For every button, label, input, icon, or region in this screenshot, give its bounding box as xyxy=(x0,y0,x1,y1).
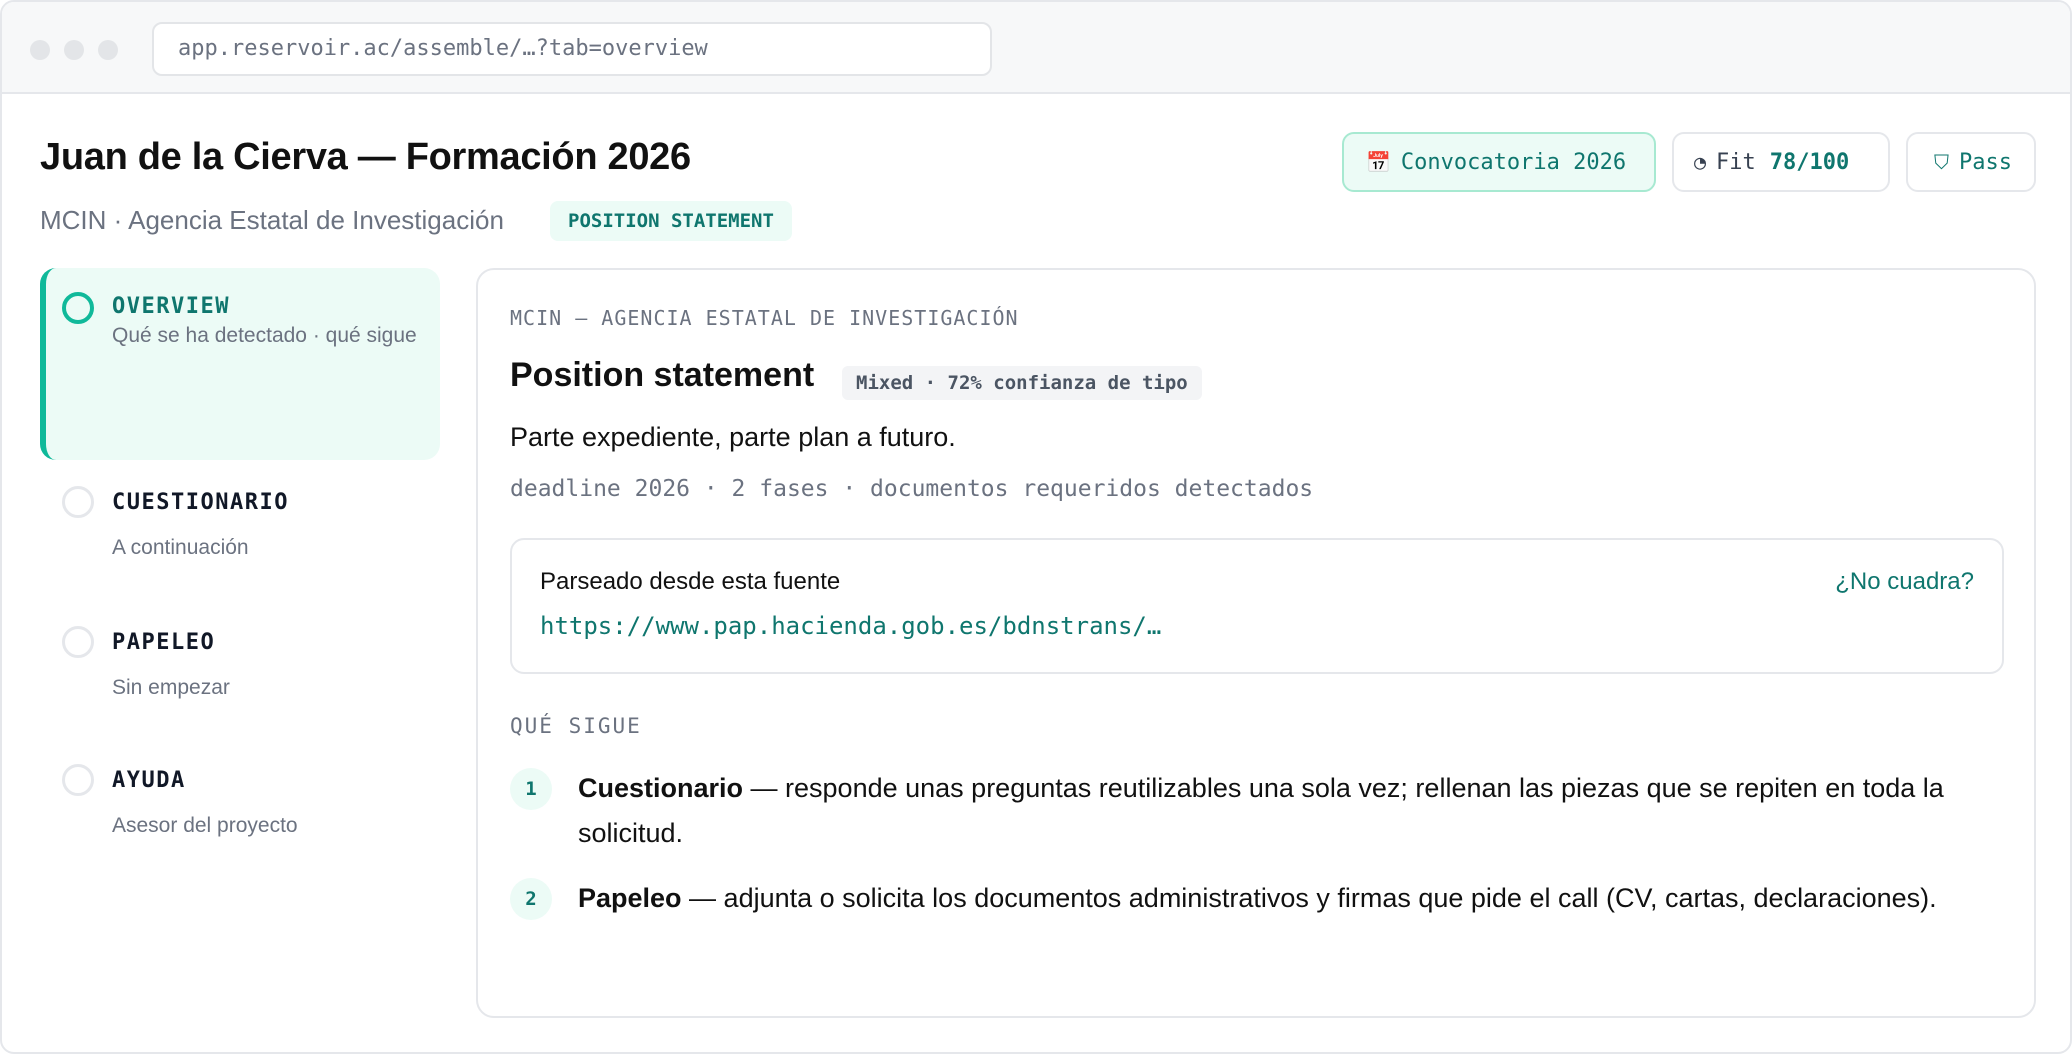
address-bar[interactable]: app.reservoir.ac/assemble/…?tab=overview xyxy=(152,22,992,76)
panel-title: Position statement xyxy=(510,356,815,394)
step-overview[interactable]: OVERVIEW Qué se ha detectado · qué sigue xyxy=(40,268,440,460)
step-label: PAPELEO xyxy=(112,630,216,655)
step-status-circle xyxy=(62,486,94,518)
next-step-title: Cuestionario xyxy=(578,773,744,803)
panel-meta: deadline 2026 · 2 fases · documentos req… xyxy=(510,476,1314,502)
next-step-text: Cuestionario — responde unas preguntas r… xyxy=(578,766,1998,856)
next-step-body: — responde unas preguntas reutilizables … xyxy=(578,773,1944,848)
step-status-circle xyxy=(62,292,94,324)
source-link[interactable]: https://www.pap.hacienda.gob.es/bdnstran… xyxy=(540,612,1161,640)
source-label: Parseado desde esta fuente xyxy=(540,568,841,595)
shield-icon: ⛉ xyxy=(1934,150,1949,174)
step-cuestionario[interactable]: CUESTIONARIO A continuación xyxy=(40,482,440,582)
confidence-badge: Mixed · 72% confianza de tipo xyxy=(842,366,1202,400)
pass-label: Pass xyxy=(1959,150,2012,175)
overview-panel: MCIN — AGENCIA ESTATAL DE INVESTIGACIÓN … xyxy=(476,268,2036,1018)
browser-chrome: app.reservoir.ac/assemble/…?tab=overview xyxy=(2,2,2070,94)
source-card: Parseado desde esta fuente https://www.p… xyxy=(510,538,2004,674)
app-window: app.reservoir.ac/assemble/…?tab=overview… xyxy=(0,0,2072,1054)
next-step-text: Papeleo — adjunta o solicita los documen… xyxy=(578,876,1998,921)
panel-lead: Parte expediente, parte plan a futuro. xyxy=(510,422,956,452)
step-description: Qué se ha detectado · qué sigue xyxy=(112,324,417,347)
step-ayuda[interactable]: AYUDA Asesor del proyecto xyxy=(40,760,440,860)
next-steps-heading: QUÉ SIGUE xyxy=(510,714,642,738)
step-description: A continuación xyxy=(112,536,249,559)
convocatoria-label: Convocatoria 2026 xyxy=(1400,150,1627,175)
next-step-item: 2 Papeleo — adjunta o solicita los docum… xyxy=(510,876,2004,976)
fit-label: Fit xyxy=(1716,150,1756,175)
next-step-body: — adjunta o solicita los documentos admi… xyxy=(681,883,1937,913)
pie-icon: ◔ xyxy=(1694,150,1707,174)
type-badge: POSITION STATEMENT xyxy=(550,201,792,241)
next-step-title: Papeleo xyxy=(578,883,682,913)
step-status-circle xyxy=(62,626,94,658)
step-description: Asesor del proyecto xyxy=(112,814,298,837)
step-number: 1 xyxy=(510,768,552,810)
step-status-circle xyxy=(62,764,94,796)
no-match-link[interactable]: ¿No cuadra? xyxy=(1835,568,1974,596)
next-step-item: 1 Cuestionario — responde unas preguntas… xyxy=(510,766,2004,866)
step-label: AYUDA xyxy=(112,768,186,793)
step-description: Sin empezar xyxy=(112,676,230,699)
step-papeleo[interactable]: PAPELEO Sin empezar xyxy=(40,622,440,722)
step-number: 2 xyxy=(510,878,552,920)
page-subtitle: MCIN · Agencia Estatal de Investigación xyxy=(40,205,504,235)
pass-button[interactable]: ⛉ Pass xyxy=(1906,132,2036,192)
step-label: CUESTIONARIO xyxy=(112,490,289,515)
fit-button[interactable]: ◔ Fit 78/100 xyxy=(1672,132,1890,192)
fit-score: 78/100 xyxy=(1769,150,1850,175)
calendar-icon: 📅 xyxy=(1366,150,1391,174)
convocatoria-button[interactable]: 📅 Convocatoria 2026 xyxy=(1342,132,1656,192)
agency-label: MCIN — AGENCIA ESTATAL DE INVESTIGACIÓN xyxy=(510,306,1019,330)
window-close-dot[interactable] xyxy=(30,40,50,60)
page-title: Juan de la Cierva — Formación 2026 xyxy=(40,136,691,178)
window-minimize-dot[interactable] xyxy=(64,40,84,60)
window-maximize-dot[interactable] xyxy=(98,40,118,60)
